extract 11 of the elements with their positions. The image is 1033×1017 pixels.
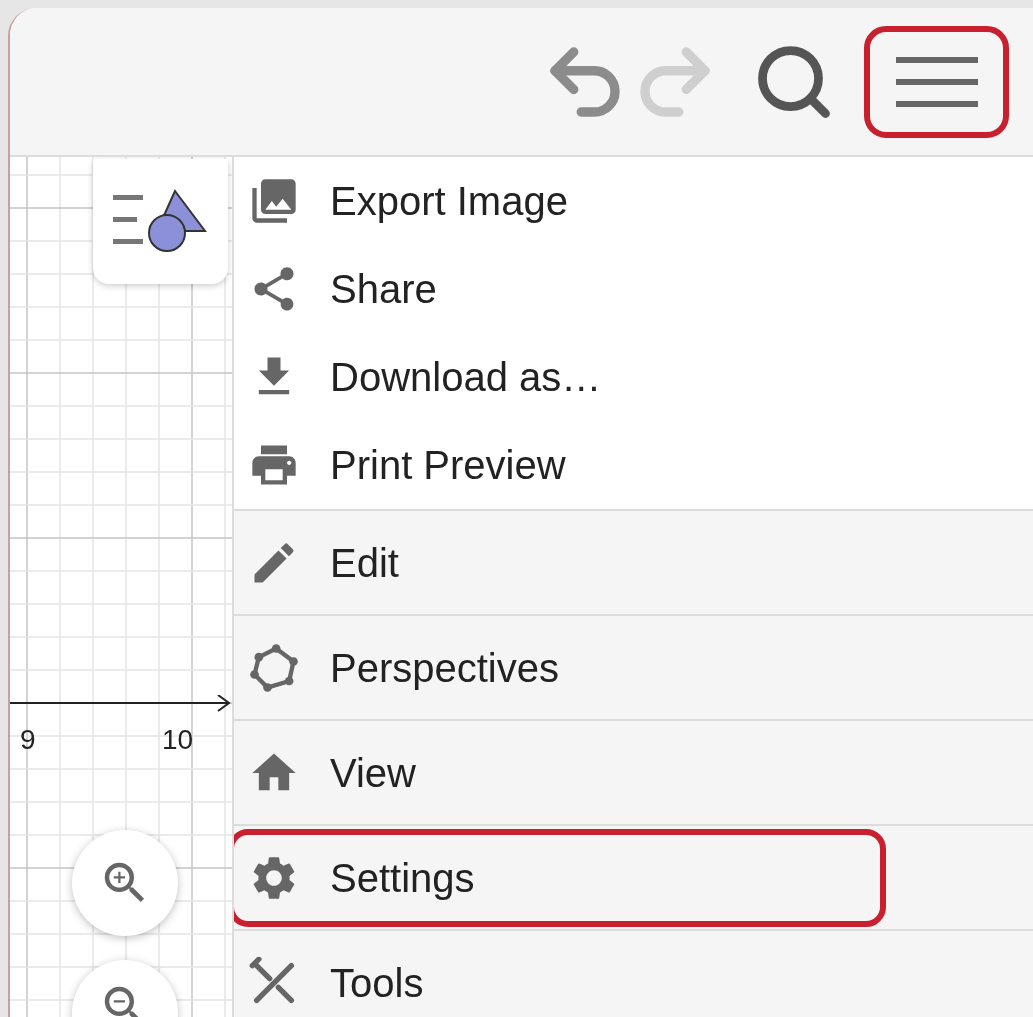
menu-item[interactable]: Settings	[234, 828, 886, 927]
zoom-in-button[interactable]	[72, 830, 178, 936]
menu-item[interactable]: Perspectives	[234, 618, 886, 717]
menu-button[interactable]	[864, 25, 1009, 138]
axis-label: 10	[162, 723, 194, 757]
polygon-icon	[248, 641, 300, 694]
menu-item[interactable]: View	[234, 723, 886, 822]
menu-item[interactable]: Tools	[234, 933, 886, 1017]
menu-item[interactable]: Edit	[234, 513, 886, 612]
axis-label: 9	[20, 723, 36, 757]
algebra-toggle-button[interactable]	[93, 159, 228, 284]
